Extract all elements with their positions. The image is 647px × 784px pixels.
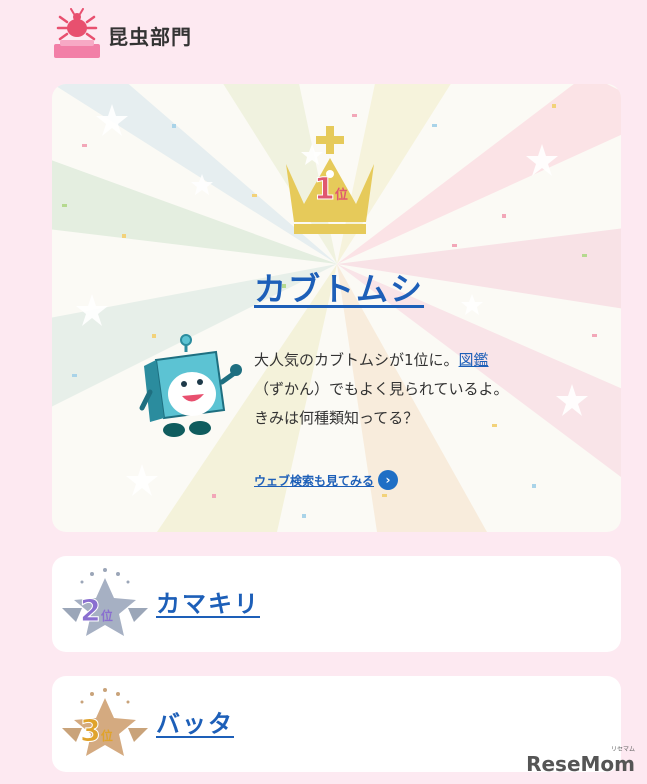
resemom-watermark: ReseMom リセマム [526,746,635,776]
rank-1-description: 大人気のカブトムシが1位に。図鑑 （ずかん）でもよく見られているよ。 きみは何種… [254,346,544,433]
crown-rank-label: 1 位 [314,172,348,208]
web-search-label: ウェブ検索も見てみる [254,473,375,488]
rank-1-card: 1 位 カブトムシ 大人気のカブトムシが1位に。図鑑 （ずかん）でもよく見られて… [52,84,621,532]
rank-2-name-link[interactable]: カマキリ [156,584,260,619]
watermark-small-text: リセマム [610,746,635,753]
section-title: 昆虫部門 [108,24,192,49]
web-search-link[interactable]: ウェブ検索も見てみる › [254,470,399,490]
robot-mascot-icon [139,334,242,437]
crown-rank-suffix: 位 [334,188,348,203]
beetle-trophy-icon [52,8,102,62]
rank-2-number: 2 [80,594,102,630]
desc-line-1: 大人気のカブトムシが1位に。図鑑 [254,346,544,375]
desc-line-2: （ずかん）でもよく見られているよ。 [254,380,509,398]
crown-rank-number: 1 [314,172,336,208]
rank-1-name-link[interactable]: カブトムシ [254,264,424,310]
desc-line-1-text: 大人気のカブトムシが1位に。 [254,351,459,369]
rank-3-number: 3 [80,714,102,750]
rank-2-card: 2 位 カマキリ [52,556,621,652]
section-header: 昆虫部門 [52,8,192,62]
rank-2-suffix: 位 [100,609,113,623]
rank-3-label: 3 位 [80,714,113,750]
chevron-right-icon: › [378,470,399,490]
rank-3-name-link[interactable]: バッタ [156,704,234,739]
rank-3-suffix: 位 [100,729,113,743]
rank-2-label: 2 位 [80,594,113,630]
desc-line-3: きみは何種類知ってる？ [254,409,419,427]
zukan-link[interactable]: 図鑑 [459,351,489,369]
watermark-text: ReseMom [526,752,635,776]
